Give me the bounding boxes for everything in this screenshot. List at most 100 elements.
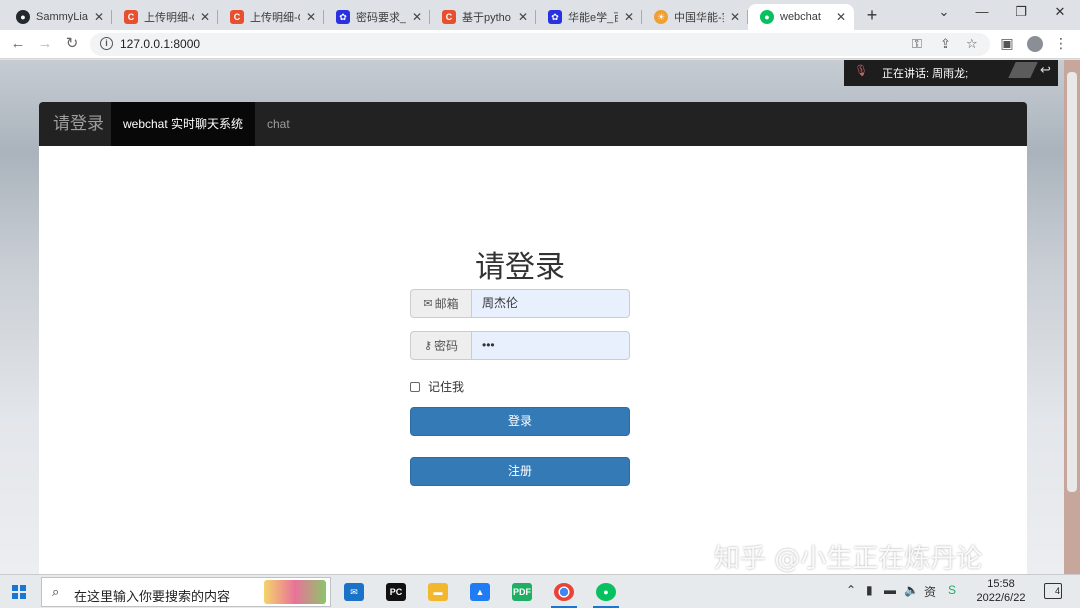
login-title: 请登录 bbox=[475, 250, 565, 285]
browser-tab[interactable]: ☀ 中国华能-实 ✕ bbox=[642, 4, 748, 30]
chrome-icon[interactable] bbox=[550, 579, 578, 608]
browser-tab[interactable]: C 基于pytho ✕ bbox=[430, 4, 536, 30]
page-scrollbar[interactable] bbox=[1064, 60, 1080, 574]
nav-item-webchat[interactable]: webchat 实时聊天系统 bbox=[111, 102, 255, 146]
ime-indicator[interactable]: 资 bbox=[924, 583, 936, 600]
window-close-icon[interactable]: ✕ bbox=[1050, 4, 1070, 20]
email-field[interactable]: 周杰伦 bbox=[471, 289, 630, 318]
baidu-icon: ✿ bbox=[548, 10, 562, 24]
email-input-group: ✉ 邮箱 周杰伦 bbox=[410, 289, 630, 318]
close-icon[interactable]: ✕ bbox=[92, 10, 106, 24]
tray-expand-icon[interactable]: ⌃ bbox=[846, 583, 856, 597]
tab-title: 密码要求_百 bbox=[356, 12, 406, 24]
notification-icon[interactable]: 4 bbox=[1044, 583, 1062, 599]
profile-avatar-icon[interactable] bbox=[1027, 36, 1043, 52]
browser-tab[interactable]: ✿ 华能e学_百 ✕ bbox=[536, 4, 642, 30]
huaneng-icon: ☀ bbox=[654, 10, 668, 24]
envelope-icon: ✉ bbox=[423, 298, 433, 310]
restore-icon[interactable]: ❐ bbox=[1011, 4, 1031, 20]
wps-icon[interactable]: S bbox=[948, 583, 956, 597]
share-icon[interactable]: ⇪ bbox=[940, 36, 951, 52]
speaking-text: 正在讲话: 周雨龙; bbox=[882, 68, 969, 80]
wechat-icon: ● bbox=[760, 10, 774, 24]
close-icon[interactable]: ✕ bbox=[304, 10, 318, 24]
close-icon[interactable]: ✕ bbox=[516, 10, 530, 24]
email-label: 邮箱 bbox=[434, 297, 459, 311]
browser-tab[interactable]: ● SammyLia ✕ bbox=[4, 4, 112, 30]
wechat-icon[interactable]: ● bbox=[592, 579, 620, 608]
password-input-group: ⚷ 密码 ••• bbox=[410, 331, 630, 360]
tab-title: SammyLia bbox=[36, 11, 88, 23]
github-icon: ● bbox=[16, 10, 30, 24]
key-icon[interactable]: ⚿ bbox=[912, 36, 922, 52]
watermark: 知乎 @小生正在炼丹论 bbox=[714, 544, 983, 574]
speaker-graphic bbox=[1008, 62, 1038, 78]
password-addon: ⚷ 密码 bbox=[410, 331, 471, 360]
pdf-icon[interactable]: PDF bbox=[508, 579, 536, 605]
url-text[interactable]: 127.0.0.1:8000 bbox=[120, 37, 200, 51]
browser-tab[interactable]: C 上传明细-C ✕ bbox=[218, 4, 324, 30]
back-icon[interactable]: ← bbox=[8, 34, 28, 54]
search-highlight-image bbox=[264, 580, 326, 604]
browser-tab[interactable]: ✿ 密码要求_百 ✕ bbox=[324, 4, 430, 30]
close-icon[interactable]: ✕ bbox=[622, 10, 636, 24]
password-label: 密码 bbox=[434, 339, 459, 353]
star-icon[interactable]: ☆ bbox=[966, 36, 978, 52]
key-icon: ⚷ bbox=[423, 340, 433, 352]
network-icon[interactable]: ▬ bbox=[884, 583, 896, 597]
register-button[interactable]: 注册 bbox=[410, 457, 630, 486]
page-viewport: 请登录 webchat 实时聊天系统 chat 请登录 ✉ 邮箱 周杰伦 ⚷ 密… bbox=[0, 60, 1064, 574]
taskbar-search[interactable]: ⌕ 在这里输入你要搜索的内容 bbox=[41, 577, 331, 607]
tencent-meeting-icon[interactable]: ▲ bbox=[466, 579, 494, 605]
clock-time: 15:58 bbox=[987, 578, 1015, 590]
content-container bbox=[39, 146, 1027, 574]
microphone-icon: 🎙 bbox=[854, 65, 868, 77]
side-panel-icon[interactable]: ▣ bbox=[998, 35, 1016, 52]
browser-tab-active[interactable]: ● webchat ✕ bbox=[748, 4, 854, 30]
login-button[interactable]: 登录 bbox=[410, 407, 630, 436]
csdn-icon: C bbox=[124, 10, 138, 24]
reload-icon[interactable]: ↻ bbox=[62, 34, 82, 54]
windows-start-icon[interactable] bbox=[12, 585, 26, 599]
mail-icon[interactable]: ✉ bbox=[340, 579, 368, 605]
tab-title: 上传明细-C bbox=[250, 12, 300, 24]
password-field[interactable]: ••• bbox=[471, 331, 630, 360]
remember-label: 记住我 bbox=[428, 380, 465, 394]
pycharm-icon[interactable]: PC bbox=[382, 579, 410, 605]
return-icon[interactable]: ↩ bbox=[1040, 62, 1051, 78]
address-bar[interactable]: i 127.0.0.1:8000 ⚿ ⇪ ☆ bbox=[90, 33, 990, 56]
close-icon[interactable]: ✕ bbox=[198, 10, 212, 24]
speaking-indicator: 🎙 正在讲话: 周雨龙; ↩ bbox=[844, 60, 1058, 86]
close-icon[interactable]: ✕ bbox=[410, 10, 424, 24]
nav-item-chat[interactable]: chat bbox=[267, 102, 290, 146]
tab-title: 中国华能-实 bbox=[674, 12, 724, 24]
baidu-icon: ✿ bbox=[336, 10, 350, 24]
search-placeholder: 在这里输入你要搜索的内容 bbox=[74, 589, 231, 604]
volume-icon[interactable]: 🔈 bbox=[904, 583, 919, 597]
forward-icon[interactable]: → bbox=[35, 34, 55, 54]
windows-taskbar: ⌕ 在这里输入你要搜索的内容 ✉ PC ▬ ▲ PDF ● ⌃ ▮ ▬ 🔈 资 … bbox=[0, 574, 1080, 608]
clock-date: 2022/6/22 bbox=[976, 592, 1026, 604]
new-tab-icon[interactable]: + bbox=[862, 5, 882, 26]
site-info-icon[interactable]: i bbox=[100, 37, 113, 50]
browser-tab-strip: ● SammyLia ✕ C 上传明细-C ✕ C 上传明细-C ✕ ✿ 密码要… bbox=[0, 0, 1080, 30]
browser-tab[interactable]: C 上传明细-C ✕ bbox=[112, 4, 218, 30]
file-explorer-icon[interactable]: ▬ bbox=[424, 579, 452, 605]
browser-toolbar: ← → ↻ i 127.0.0.1:8000 ⚿ ⇪ ☆ ▣ ⋮ bbox=[0, 30, 1080, 59]
menu-icon[interactable]: ⋮ bbox=[1052, 35, 1070, 52]
tab-title: 上传明细-C bbox=[144, 12, 194, 24]
minimize-icon[interactable]: — bbox=[972, 4, 992, 19]
tab-title: 华能e学_百 bbox=[568, 12, 618, 24]
remember-checkbox[interactable] bbox=[410, 381, 420, 392]
email-addon: ✉ 邮箱 bbox=[410, 289, 471, 318]
tab-search-icon[interactable]: ⌄ bbox=[934, 4, 954, 20]
usb-icon[interactable]: ▮ bbox=[866, 583, 873, 597]
navbar-brand[interactable]: 请登录 bbox=[53, 102, 104, 146]
remember-me[interactable]: 记住我 bbox=[410, 378, 464, 395]
close-icon[interactable]: ✕ bbox=[728, 10, 742, 24]
close-icon[interactable]: ✕ bbox=[834, 10, 848, 24]
tab-title: webchat bbox=[780, 11, 821, 23]
taskbar-clock[interactable]: 15:58 2022/6/22 bbox=[968, 577, 1034, 605]
search-icon: ⌕ bbox=[52, 584, 60, 599]
scrollbar-thumb[interactable] bbox=[1067, 72, 1077, 492]
